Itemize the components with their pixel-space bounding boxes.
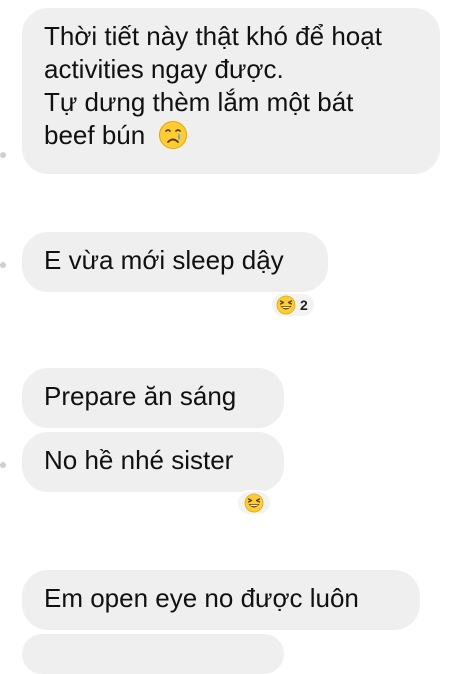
message-bubble-3[interactable]: Prepare ăn sáng [22,368,284,428]
message-text: Prepare ăn sáng [44,381,237,411]
edge-marker [0,262,6,268]
grinning-squinting-face-icon [244,493,264,513]
message-text: Em open eye no được luôn [44,583,359,613]
message-line: Thời tiết này thật khó để hoạt [44,21,382,51]
reaction-count: 2 [300,297,308,313]
message-bubble-5[interactable]: Em open eye no được luôn [22,570,420,630]
message-text: No hề nhé sister [44,445,234,475]
edge-marker [0,152,6,158]
reaction-badge[interactable]: 2 [270,292,316,318]
grinning-squinting-face-icon [276,295,296,315]
reaction-badge[interactable] [236,490,272,516]
message-line: beef bún [44,119,418,152]
message-bubble-2[interactable]: E vừa mới sleep dậy [22,232,328,292]
message-line: activities ngay được. [44,54,284,84]
message-line: Tự dưng thèm lắm một bát [44,87,354,117]
message-bubble-1[interactable]: Thời tiết này thật khó để hoạt activitie… [22,8,440,174]
message-bubble-partial[interactable] [22,634,284,674]
edge-marker [0,462,6,468]
crying-face-icon [158,120,188,150]
message-bubble-4[interactable]: No hề nhé sister [22,432,284,492]
message-text: E vừa mới sleep dậy [44,245,284,275]
